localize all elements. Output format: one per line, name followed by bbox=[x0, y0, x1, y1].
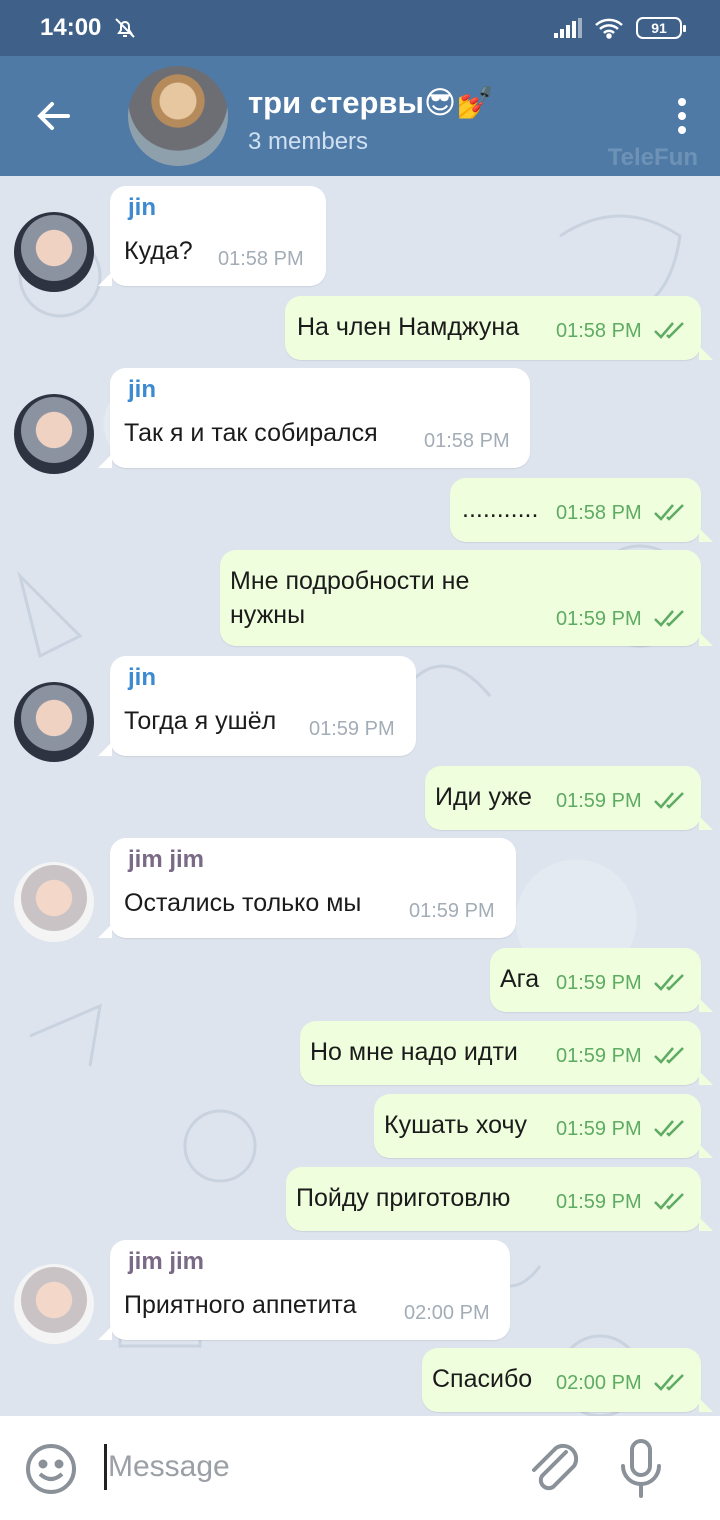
message-text: Так я и так собирался bbox=[124, 419, 378, 447]
message-text: Тогда я ушёл bbox=[124, 707, 277, 735]
wifi-icon bbox=[595, 18, 623, 39]
read-receipt-icon bbox=[654, 792, 684, 809]
message-text-line1: Мне подробности не bbox=[230, 567, 470, 595]
read-receipt-icon bbox=[654, 1374, 684, 1391]
read-receipt-icon bbox=[654, 974, 684, 991]
message-text: Остались только мы bbox=[124, 889, 362, 917]
message-time: 01:58 PM bbox=[556, 320, 642, 342]
sender-name[interactable]: jin bbox=[128, 194, 156, 222]
message-time: 01:59 PM bbox=[556, 1118, 642, 1140]
attach-icon[interactable] bbox=[526, 1438, 582, 1498]
message-text: Спасибо bbox=[432, 1365, 533, 1393]
battery-level: 91 bbox=[651, 20, 667, 36]
message-input[interactable] bbox=[108, 1444, 508, 1490]
message-time: 01:59 PM bbox=[309, 718, 395, 740]
avatar[interactable] bbox=[14, 862, 94, 942]
message-composer bbox=[0, 1416, 720, 1520]
message-time: 01:59 PM bbox=[556, 790, 642, 812]
avatar[interactable] bbox=[14, 682, 94, 762]
sender-name[interactable]: jim jim bbox=[128, 846, 204, 874]
microphone-icon[interactable] bbox=[618, 1438, 664, 1500]
message-text: Кушать хочу bbox=[384, 1111, 527, 1139]
message-text: Иди уже bbox=[435, 783, 532, 811]
back-arrow-icon[interactable] bbox=[34, 96, 74, 136]
message-text: На член Намджуна bbox=[297, 313, 520, 341]
message-text: Приятного аппетита bbox=[124, 1291, 357, 1319]
group-title[interactable]: три стервы😎💅 bbox=[248, 84, 495, 121]
read-receipt-icon bbox=[654, 610, 684, 627]
message-time: 01:58 PM bbox=[556, 502, 642, 524]
message-text: ........... bbox=[462, 495, 539, 523]
message-time: 01:59 PM bbox=[556, 608, 642, 630]
message-time: 01:58 PM bbox=[218, 248, 304, 270]
status-time: 14:00 bbox=[40, 14, 102, 41]
read-receipt-icon bbox=[654, 322, 684, 339]
battery-indicator: 91 bbox=[636, 17, 686, 39]
message-text: Но мне надо идти bbox=[310, 1038, 518, 1066]
avatar[interactable] bbox=[14, 394, 94, 474]
read-receipt-icon bbox=[654, 504, 684, 521]
message-time: 01:59 PM bbox=[556, 1045, 642, 1067]
member-count: 3 members bbox=[248, 128, 369, 155]
message-time: 02:00 PM bbox=[404, 1302, 490, 1324]
signal-icon bbox=[554, 18, 582, 38]
emoji-icon[interactable] bbox=[24, 1442, 78, 1496]
avatar[interactable] bbox=[14, 1264, 94, 1344]
more-options-icon[interactable] bbox=[674, 96, 690, 136]
message-text: Пойду приготовлю bbox=[296, 1184, 511, 1212]
message-time: 01:59 PM bbox=[409, 900, 495, 922]
bell-off-icon bbox=[115, 18, 136, 38]
read-receipt-icon bbox=[654, 1120, 684, 1137]
sender-name[interactable]: jim jim bbox=[128, 1248, 204, 1276]
status-bar: 14:00 91 bbox=[0, 0, 720, 56]
text-cursor bbox=[104, 1444, 107, 1490]
sender-name[interactable]: jin bbox=[128, 376, 156, 404]
message-text-line2: нужны bbox=[230, 601, 306, 629]
watermark: TeleFun bbox=[607, 144, 698, 171]
message-time: 01:59 PM bbox=[556, 972, 642, 994]
message-list[interactable]: jin Куда? 01:58 PM На член Намджуна 01:5… bbox=[0, 176, 720, 1416]
message-time: 01:59 PM bbox=[556, 1191, 642, 1213]
message-time: 02:00 PM bbox=[556, 1372, 642, 1394]
chat-header: три стервы😎💅 3 members TeleFun bbox=[0, 56, 720, 176]
read-receipt-icon bbox=[654, 1047, 684, 1064]
read-receipt-icon bbox=[654, 1193, 684, 1210]
message-text: Ага bbox=[500, 965, 540, 993]
group-avatar[interactable] bbox=[128, 66, 228, 166]
sender-name[interactable]: jin bbox=[128, 664, 156, 692]
message-text: Куда? bbox=[124, 237, 193, 265]
message-time: 01:58 PM bbox=[424, 430, 510, 452]
avatar[interactable] bbox=[14, 212, 94, 292]
